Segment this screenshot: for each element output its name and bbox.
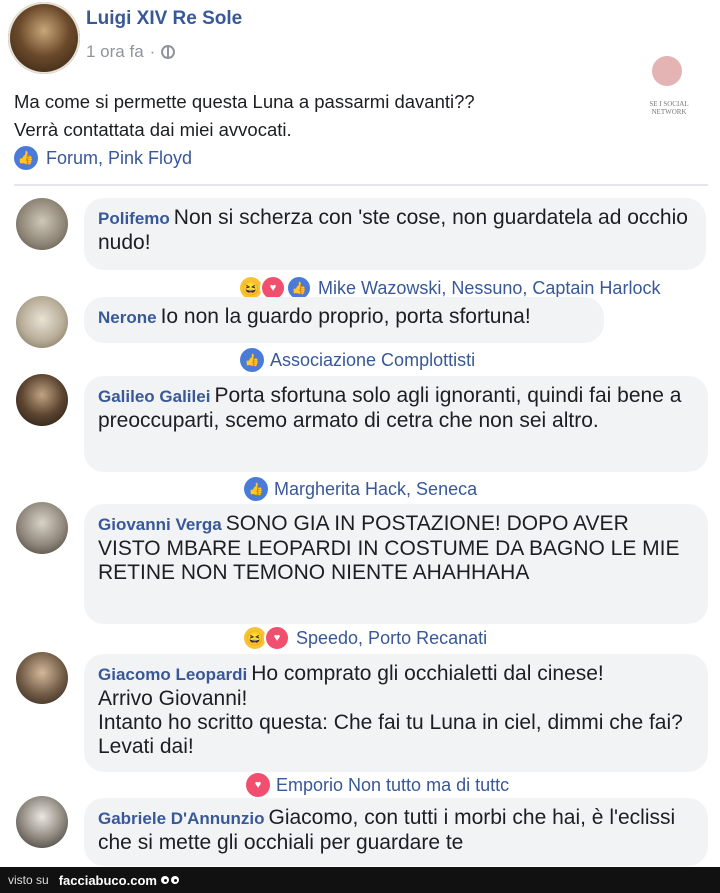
comment-bubble: Nerone Io non la guardo proprio, porta sf…	[84, 297, 604, 343]
comment-reactions[interactable]: ♥ Emporio Non tutto ma di tuttc	[246, 773, 509, 797]
comment-bubble: Galileo Galilei Porta sfortuna solo agli …	[84, 376, 708, 472]
comment-text-line2: Arrivo Giovanni!	[98, 687, 248, 710]
reaction-names[interactable]: Emporio Non tutto ma di tuttc	[276, 775, 509, 796]
reaction-names[interactable]: Associazione Complottisti	[270, 350, 475, 371]
post-text-line2: Verrà contattata dai miei avvocati.	[14, 119, 292, 140]
watermark-logo: SE I SOCIAL NETWORK	[644, 56, 692, 122]
post-header: Luigi XIV Re Sole 1 ora fa ·	[8, 0, 708, 80]
avatar-verga[interactable]	[16, 502, 68, 554]
post-author[interactable]: Luigi XIV Re Sole	[86, 8, 242, 30]
comment-bubble: Gabriele D'Annunzio Giacomo, con tutti i …	[84, 798, 708, 866]
comment-text: Non si scherza con 'ste cose, non guarda…	[98, 206, 688, 254]
footer-site[interactable]: facciabuco.com	[59, 873, 157, 888]
logo-text: SE I SOCIAL NETWORK	[649, 100, 689, 116]
comment-text: Ho comprato gli occhialetti dal cinese!	[251, 662, 604, 685]
post-time[interactable]: 1 ora fa	[86, 42, 144, 62]
comment-reactions[interactable]: 👍 Associazione Complottisti	[240, 348, 475, 372]
post-meta: 1 ora fa ·	[86, 42, 176, 62]
like-icon: 👍	[244, 477, 268, 501]
comment-author[interactable]: Nerone	[98, 308, 157, 327]
reaction-names[interactable]: Speedo, Porto Recanati	[296, 628, 487, 649]
comment-author[interactable]: Polifemo	[98, 209, 170, 228]
comment-author[interactable]: Giacomo Leopardi	[98, 665, 247, 684]
like-icon: 👍	[240, 348, 264, 372]
logo-mark	[652, 56, 682, 86]
avatar-galileo[interactable]	[16, 374, 68, 426]
comment-author[interactable]: Galileo Galilei	[98, 387, 210, 406]
love-icon: ♥	[264, 625, 290, 651]
like-icon: 👍	[14, 146, 38, 170]
avatar-nerone[interactable]	[16, 296, 68, 348]
meta-separator: ·	[149, 42, 156, 61]
comment-text-line3: Intanto ho scritto questa: Che fai tu Lu…	[98, 711, 683, 758]
globe-icon	[161, 45, 176, 59]
avatar-leopardi[interactable]	[16, 652, 68, 704]
comment-reactions[interactable]: 😆 ♥ Speedo, Porto Recanati	[244, 625, 487, 651]
reaction-names[interactable]: Margherita Hack, Seneca	[274, 479, 477, 500]
post-likes[interactable]: 👍 Forum, Pink Floyd	[14, 146, 192, 170]
avatar-polifemo[interactable]	[16, 198, 68, 250]
footer-visto: visto su	[8, 873, 49, 887]
comment-author[interactable]: Giovanni Verga	[98, 515, 222, 534]
post-likes-names[interactable]: Forum, Pink Floyd	[46, 148, 192, 169]
post-text: Ma come si permette questa Luna a passar…	[14, 88, 475, 144]
comment-bubble: Polifemo Non si scherza con 'ste cose, no…	[84, 198, 706, 270]
divider	[14, 184, 708, 186]
avatar-dannunzio[interactable]	[16, 796, 68, 848]
comment-bubble: Giovanni Verga SONO GIA IN POSTAZIONE! DO…	[84, 504, 708, 624]
comment-reactions[interactable]: 👍 Margherita Hack, Seneca	[244, 477, 477, 501]
eyes-icon	[160, 876, 179, 884]
comment-text: Io non la guardo proprio, porta sfortuna…	[160, 305, 531, 328]
comment-bubble: Giacomo Leopardi Ho comprato gli occhiale…	[84, 654, 708, 772]
haha-icon: 😆	[240, 277, 262, 299]
post-text-line1: Ma come si permette questa Luna a passar…	[14, 91, 475, 112]
reaction-names[interactable]: Mike Wazowski, Nessuno, Captain Harlock	[318, 278, 660, 299]
comment-author[interactable]: Gabriele D'Annunzio	[98, 809, 265, 828]
love-icon: ♥	[246, 773, 270, 797]
footer-bar: visto su facciabuco.com	[0, 867, 720, 893]
haha-icon: 😆	[244, 627, 266, 649]
author-avatar[interactable]	[8, 2, 80, 74]
